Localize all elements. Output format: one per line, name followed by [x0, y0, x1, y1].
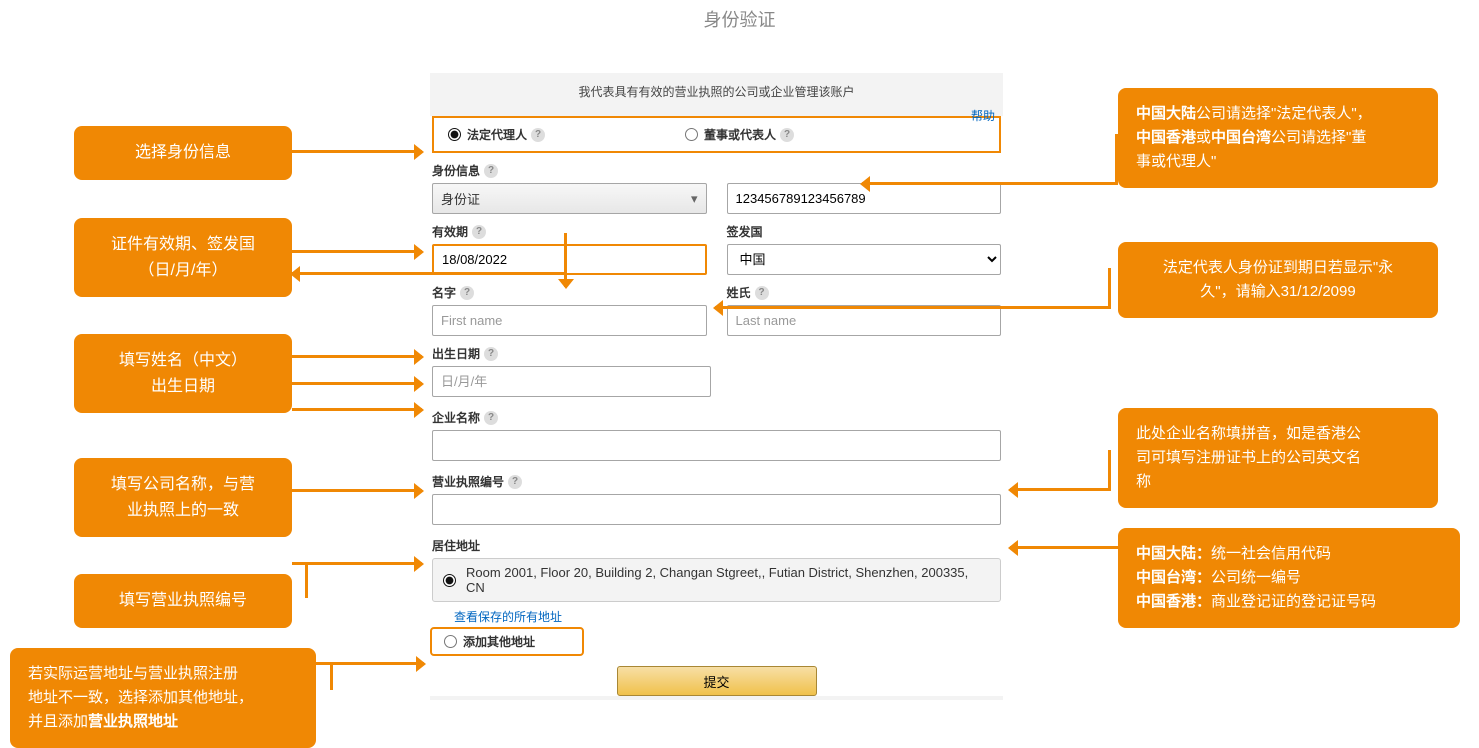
first-name-input[interactable]: [432, 305, 707, 336]
arrow-icon: [862, 182, 1118, 185]
submit-button[interactable]: 提交: [617, 666, 817, 696]
radio-director[interactable]: 董事或代表人?: [685, 126, 794, 143]
callout-r1: 中国大陆公司请选择"法定代表人"， 中国香港或中国台湾公司请选择"董 事或代理人…: [1118, 88, 1438, 188]
arrow-icon: [1010, 546, 1118, 549]
radio-director-label: 董事或代表人: [704, 126, 776, 143]
doc-type-select[interactable]: 身份证 ▾: [432, 183, 707, 214]
callout-r4: 中国大陆：统一社会信用代码 中国台湾：公司统一编号 中国香港：商业登记证的登记证…: [1118, 528, 1460, 628]
callout-l5: 填写营业执照编号: [74, 574, 292, 628]
arrow-icon: [1108, 268, 1111, 308]
page-title: 身份验证: [0, 0, 1479, 38]
callout-l2: 证件有效期、签发国（日/月/年）: [74, 218, 292, 297]
license-no-input[interactable]: [432, 494, 1001, 525]
arrow-icon: [305, 562, 308, 598]
saved-address-radio[interactable]: [443, 574, 456, 587]
help-icon[interactable]: ?: [508, 475, 522, 489]
arrow-icon: [1108, 450, 1111, 490]
help-icon[interactable]: ?: [484, 164, 498, 178]
help-icon[interactable]: ?: [484, 411, 498, 425]
arrow-icon: [330, 662, 333, 690]
callout-l4: 填写公司名称，与营业执照上的一致: [74, 458, 292, 537]
arrow-icon: [292, 562, 422, 565]
help-icon[interactable]: ?: [460, 286, 474, 300]
last-name-label: 姓氏?: [727, 284, 1002, 301]
help-icon[interactable]: ?: [484, 347, 498, 361]
arrow-icon: [1115, 134, 1118, 185]
form-subtitle: 我代表具有有效的营业执照的公司或企业管理该账户: [430, 73, 1003, 116]
help-link[interactable]: 帮助: [971, 107, 995, 124]
address-label: 居住地址: [432, 537, 1001, 554]
last-name-input[interactable]: [727, 305, 1002, 336]
dob-label: 出生日期?: [432, 345, 711, 362]
expiry-label: 有效期?: [432, 223, 707, 240]
help-icon[interactable]: ?: [755, 286, 769, 300]
issue-country-select[interactable]: 中国: [727, 244, 1002, 275]
chevron-down-icon: ▾: [691, 191, 698, 207]
arrow-icon: [564, 272, 567, 287]
radio-director-input[interactable]: [685, 128, 698, 141]
callout-r3: 此处企业名称填拼音，如是香港公司可填写注册证书上的公司英文名称: [1118, 408, 1438, 508]
saved-address-option[interactable]: Room 2001, Floor 20, Building 2, Changan…: [432, 558, 1001, 602]
add-address-radio[interactable]: [444, 635, 457, 648]
arrow-icon: [292, 272, 567, 275]
arrow-icon: [292, 382, 422, 385]
view-all-addresses-link[interactable]: 查看保存的所有地址: [454, 608, 562, 625]
license-no-label: 营业执照编号?: [432, 473, 1001, 490]
radio-legal-rep-input[interactable]: [448, 128, 461, 141]
radio-legal-rep[interactable]: 法定代理人?: [448, 126, 545, 143]
person-type-group: 法定代理人? 董事或代表人?: [432, 116, 1001, 153]
arrow-icon: [1010, 488, 1111, 491]
help-icon[interactable]: ?: [531, 128, 545, 142]
help-icon[interactable]: ?: [780, 128, 794, 142]
callout-r2: 法定代表人身份证到期日若显示"永久"，请输入31/12/2099: [1118, 242, 1438, 318]
saved-address-text: Room 2001, Floor 20, Building 2, Changan…: [466, 565, 990, 595]
arrow-icon: [292, 489, 422, 492]
form-panel: 帮助 我代表具有有效的营业执照的公司或企业管理该账户 法定代理人? 董事或代表人…: [430, 73, 1003, 700]
identity-label: 身份信息?: [432, 162, 1001, 179]
doc-type-value: 身份证: [441, 189, 480, 208]
arrow-icon: [292, 355, 422, 358]
callout-l3: 填写姓名（中文）出生日期: [74, 334, 292, 413]
arrow-icon: [292, 150, 422, 153]
expiry-input[interactable]: [432, 244, 707, 275]
arrow-icon: [564, 233, 567, 275]
arrow-icon: [715, 306, 1111, 309]
callout-l6: 若实际运营地址与营业执照注册 地址不一致，选择添加其他地址， 并且添加营业执照地…: [10, 648, 316, 748]
issue-country-label: 签发国: [727, 223, 1002, 240]
dob-input[interactable]: [432, 366, 711, 397]
arrow-icon: [292, 250, 422, 253]
add-address-option[interactable]: 添加其他地址: [432, 629, 582, 654]
add-address-label: 添加其他地址: [463, 633, 535, 650]
help-icon[interactable]: ?: [472, 225, 486, 239]
callout-l1: 选择身份信息: [74, 126, 292, 180]
company-label: 企业名称?: [432, 409, 1001, 426]
arrow-icon: [292, 408, 422, 411]
radio-legal-rep-label: 法定代理人: [467, 126, 527, 143]
company-input[interactable]: [432, 430, 1001, 461]
